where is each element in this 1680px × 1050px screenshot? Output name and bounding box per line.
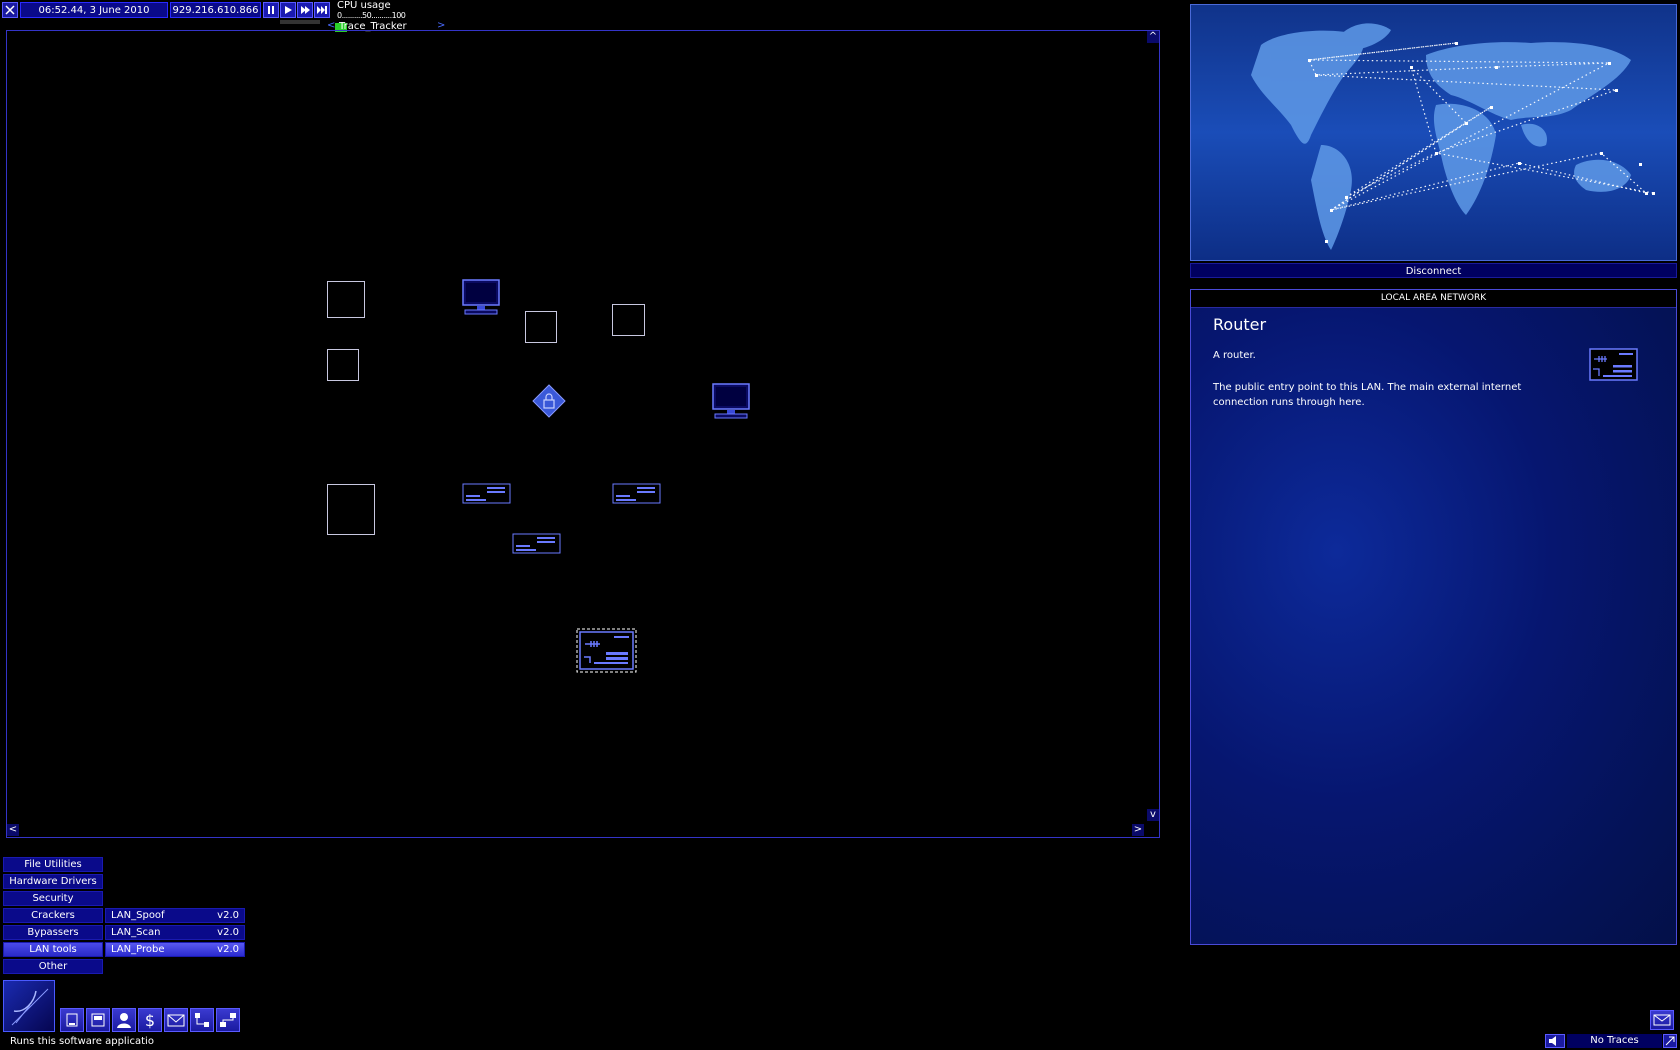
software-button[interactable] — [60, 1008, 84, 1032]
software-name: LAN_Spoof — [111, 910, 165, 921]
main-menu-button[interactable] — [3, 980, 55, 1032]
lan-icon — [220, 1013, 236, 1027]
node-subtitle: A router. — [1213, 350, 1256, 361]
router-icon — [1589, 348, 1638, 381]
category-bypassers[interactable]: Bypassers — [3, 925, 103, 940]
software-item[interactable]: LAN_Spoof v2.0 — [105, 908, 245, 923]
router-node[interactable] — [576, 628, 638, 674]
play-button[interactable] — [280, 2, 296, 18]
scroll-left-button[interactable]: < — [7, 824, 19, 836]
fast-forward-icon — [301, 6, 310, 14]
lan-node-unknown[interactable] — [612, 304, 645, 336]
software-item[interactable]: LAN_Probe v2.0 — [105, 942, 245, 957]
trace-arrow-button[interactable] — [1663, 1034, 1677, 1048]
finance-button[interactable]: $ — [138, 1008, 162, 1032]
category-hardware-drivers[interactable]: Hardware Drivers — [3, 874, 103, 889]
software-version: v2.0 — [217, 927, 239, 938]
hardware-button[interactable] — [86, 1008, 110, 1032]
lock-node[interactable] — [532, 384, 566, 418]
email-icon — [167, 1014, 185, 1027]
software-name: LAN_Scan — [111, 927, 161, 938]
pause-icon — [268, 6, 274, 14]
scroll-down-button[interactable]: v — [1147, 809, 1159, 821]
mail-icon — [1653, 1014, 1671, 1026]
arrow-icon — [1665, 1036, 1675, 1046]
switch-node[interactable] — [512, 533, 562, 555]
mail-button[interactable] — [1650, 1010, 1674, 1030]
play-icon — [285, 6, 292, 14]
speaker-icon — [1549, 1036, 1556, 1046]
disconnect-button[interactable]: Disconnect — [1190, 263, 1677, 278]
node-description: The public entry point to this LAN. The … — [1213, 382, 1522, 408]
cpu-mini-bar — [280, 20, 320, 24]
category-crackers[interactable]: Crackers — [3, 908, 103, 923]
lan-node-unknown[interactable] — [327, 484, 375, 535]
lan-view[interactable]: ^ v < > — [6, 30, 1160, 838]
lan-node-unknown[interactable] — [327, 349, 359, 381]
world-map-graphic — [1251, 23, 1655, 250]
game-clock: 06:52.44, 3 June 2010 — [20, 2, 168, 18]
svg-text:$: $ — [145, 1011, 155, 1030]
email-button[interactable] — [164, 1008, 188, 1032]
info-panel: LOCAL AREA NETWORK Router A router. The … — [1190, 289, 1677, 945]
software-version: v2.0 — [217, 944, 239, 955]
status-button[interactable] — [190, 1008, 214, 1032]
skip-forward-button[interactable] — [314, 2, 330, 18]
software-icon — [66, 1013, 78, 1027]
software-item[interactable]: LAN_Scan v2.0 — [105, 925, 245, 940]
scroll-right-button[interactable]: > — [1132, 824, 1144, 836]
software-version: v2.0 — [217, 910, 239, 921]
local-ip: 929.216.610.866 — [170, 2, 261, 18]
dollar-icon: $ — [145, 1011, 155, 1030]
lan-button[interactable] — [216, 1008, 240, 1032]
terminal-node[interactable] — [462, 279, 502, 317]
lan-node-unknown[interactable] — [525, 311, 557, 343]
category-lan-tools[interactable]: LAN tools — [3, 942, 103, 957]
speaker-button[interactable] — [1545, 1034, 1565, 1048]
status-tooltip: Runs this software applicatio — [10, 1036, 154, 1047]
hardware-icon — [91, 1013, 105, 1027]
pause-button[interactable] — [263, 2, 279, 18]
memory-button[interactable] — [112, 1008, 136, 1032]
switch-node[interactable] — [612, 483, 662, 505]
close-icon — [5, 5, 15, 15]
category-security[interactable]: Security — [3, 891, 103, 906]
satellite-dish-icon — [11, 988, 49, 1026]
cpu-usage-scale: 0..........50..........100 — [337, 11, 406, 20]
cpu-usage-label: CPU usage — [337, 0, 391, 11]
software-name: LAN_Probe — [111, 944, 165, 955]
lan-node-unknown[interactable] — [327, 281, 365, 318]
info-panel-header: LOCAL AREA NETWORK — [1191, 290, 1676, 308]
terminal-node[interactable] — [712, 383, 752, 421]
network-icon — [195, 1013, 209, 1027]
node-title: Router — [1213, 315, 1267, 334]
category-file-utilities[interactable]: File Utilities — [3, 857, 103, 872]
close-button[interactable] — [2, 2, 18, 18]
scroll-up-button[interactable]: ^ — [1147, 31, 1159, 43]
person-icon — [117, 1013, 131, 1028]
fast-forward-button[interactable] — [297, 2, 313, 18]
category-other[interactable]: Other — [3, 959, 103, 974]
trace-status: No Traces — [1567, 1034, 1662, 1048]
switch-node[interactable] — [462, 483, 512, 505]
skip-forward-icon — [317, 6, 327, 14]
world-map[interactable] — [1190, 4, 1677, 261]
